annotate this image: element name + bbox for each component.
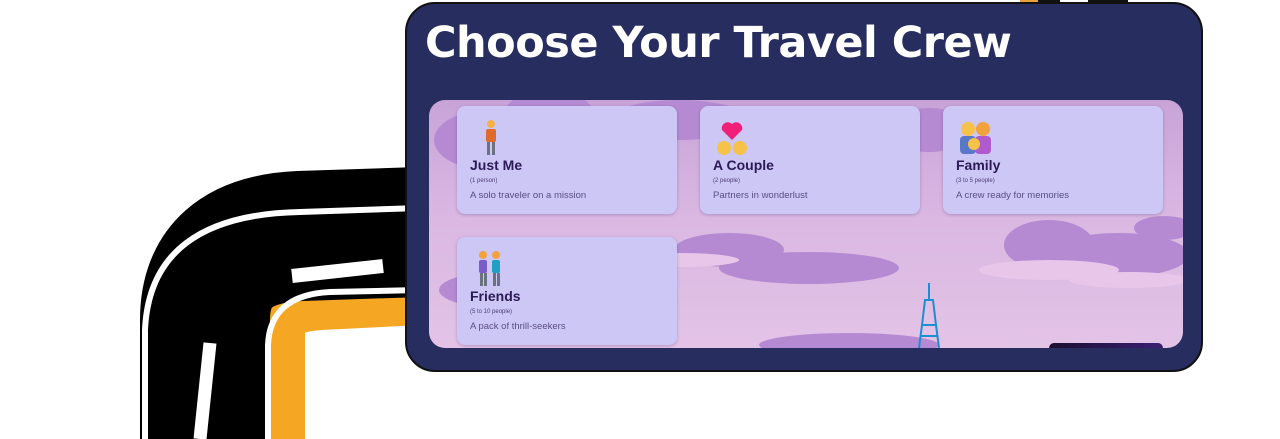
crew-option-label: A Couple bbox=[713, 157, 774, 173]
couple-heart-icon bbox=[717, 122, 747, 155]
travel-crew-panel: Choose Your Travel Crew Just Me (1 perso… bbox=[405, 2, 1203, 372]
crew-option-description: Partners in wonderlust bbox=[713, 190, 808, 201]
crew-option-family[interactable]: Family (3 to 5 people) A crew ready for … bbox=[943, 106, 1163, 214]
crew-option-just-me[interactable]: Just Me (1 person) A solo traveler on a … bbox=[457, 106, 677, 214]
page-title: Choose Your Travel Crew bbox=[425, 18, 1012, 68]
crew-option-count: (5 to 10 people) bbox=[470, 309, 513, 315]
crew-option-label: Friends bbox=[470, 288, 521, 304]
family-icon bbox=[960, 122, 991, 154]
crew-option-description: A pack of thrill-seekers bbox=[470, 321, 566, 332]
friends-icon bbox=[479, 251, 500, 286]
person-icon bbox=[486, 120, 496, 155]
sky-background: Just Me (1 person) A solo traveler on a … bbox=[429, 100, 1183, 348]
crew-option-description: A solo traveler on a mission bbox=[470, 190, 587, 201]
crew-option-count: (3 to 5 people) bbox=[956, 178, 995, 184]
crew-option-label: Family bbox=[956, 157, 1001, 173]
crew-option-count: (1 person) bbox=[470, 178, 498, 184]
crew-option-friends[interactable]: Friends (5 to 10 people) A pack of thril… bbox=[457, 237, 677, 345]
crew-option-description: A crew ready for memories bbox=[956, 190, 1069, 201]
continue-button[interactable] bbox=[1049, 343, 1163, 348]
crew-option-a-couple[interactable]: A Couple (2 people) Partners in wonderlu… bbox=[700, 106, 920, 214]
crew-option-count: (2 people) bbox=[713, 178, 741, 184]
crew-option-label: Just Me bbox=[470, 157, 523, 173]
